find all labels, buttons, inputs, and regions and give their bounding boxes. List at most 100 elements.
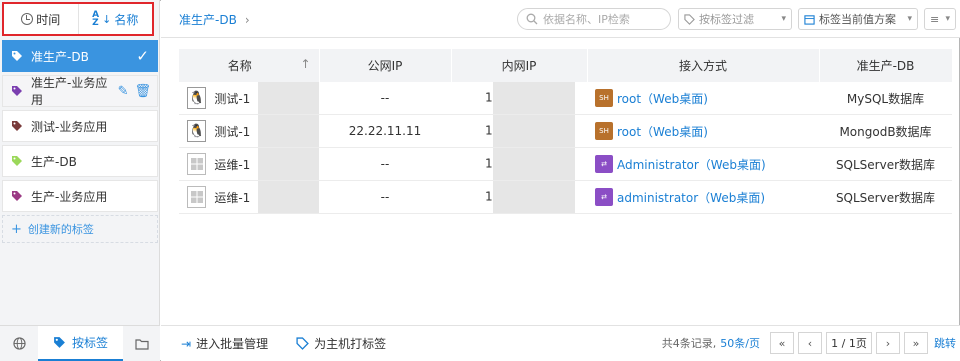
table-row[interactable]: 🐧 测试-1 -- 1 SH root（Web桌面) MySQL数据库 xyxy=(179,82,952,115)
redacted-block xyxy=(492,148,575,180)
tag-outline-icon xyxy=(296,337,309,350)
host-name: 运维-1 xyxy=(214,157,251,172)
redacted-block xyxy=(492,181,575,213)
view-options-dropdown[interactable]: ≡ ▾ xyxy=(924,8,956,30)
by-tag-label: 按标签 xyxy=(71,336,108,350)
chevron-down-icon: ▾ xyxy=(945,14,950,24)
sort-bar: 时间 AZ ↓ 名称 xyxy=(2,2,154,36)
column-header-name[interactable]: 名称 ↑ xyxy=(179,49,320,82)
next-page-button[interactable]: › xyxy=(876,332,900,354)
search-input[interactable] xyxy=(543,12,663,26)
pagination: 共4条记录, 50条/页 « ‹ 1 / 1页 › » 跳转 xyxy=(662,332,956,354)
access-link[interactable]: SH root（Web桌面) xyxy=(587,115,819,147)
redacted-block xyxy=(258,82,319,114)
access-link[interactable]: ⇄ Administrator（Web桌面) xyxy=(587,148,819,180)
sort-up-icon: ↑ xyxy=(300,57,311,71)
sidebar-tag-item[interactable]: 准生产-DB ✓ xyxy=(2,40,158,72)
clock-icon xyxy=(21,13,34,25)
breadcrumb-item[interactable]: 准生产-DB xyxy=(179,13,237,27)
chevron-down-icon: ▾ xyxy=(781,14,786,24)
db-type: SQLServer数据库 xyxy=(819,147,952,181)
chevron-right-icon: › xyxy=(244,13,250,27)
sidebar-tag-item[interactable]: 准生产-业务应用 ✎ 🗑 xyxy=(2,75,158,107)
batch-manage-button[interactable]: ⇥ 进入批量管理 xyxy=(181,335,268,352)
db-type: MongodB数据库 xyxy=(819,114,952,148)
private-ip: 1 xyxy=(485,123,493,138)
sort-by-time-button[interactable]: 时间 xyxy=(4,4,79,34)
redacted-block xyxy=(492,115,575,147)
sidebar-tag-item[interactable]: 生产-DB xyxy=(2,145,158,177)
by-tag-tab[interactable]: 按标签 xyxy=(38,326,123,361)
edit-icon[interactable]: ✎ xyxy=(118,84,129,99)
page-size-select[interactable]: 50条/页 xyxy=(720,335,760,351)
sidebar-tag-item[interactable]: 测试-业务应用 xyxy=(2,110,158,142)
globe-view-button[interactable] xyxy=(0,326,38,361)
tag-icon xyxy=(12,156,22,166)
linux-icon: 🐧 xyxy=(187,87,207,109)
search-box xyxy=(517,8,671,30)
first-page-button[interactable]: « xyxy=(770,332,794,354)
table-row[interactable]: 运维-1 -- 1 ⇄ administrator（Web桌面) SQLServe… xyxy=(179,180,952,214)
host-table: 名称 ↑ 公网IP 内网IP 接入方式 准生产-DB 🐧 测试-1 -- 1 SH r… xyxy=(179,49,953,214)
sidebar-tag-item[interactable]: 生产-业务应用 xyxy=(2,180,158,212)
table-row[interactable]: 🐧 测试-1 22.22.11.11 1 SH root（Web桌面) Mongod… xyxy=(179,114,952,148)
table-row[interactable]: 运维-1 -- 1 ⇄ Administrator（Web桌面) SQLServe… xyxy=(179,147,952,181)
column-header-tag-value: 准生产-DB xyxy=(819,49,953,82)
private-ip: 1 xyxy=(485,90,493,105)
column-header-private-ip: 内网IP xyxy=(451,49,588,82)
linux-icon: 🐧 xyxy=(187,120,207,142)
delete-icon[interactable]: 🗑 xyxy=(134,84,151,99)
redacted-block xyxy=(258,148,319,180)
folder-icon xyxy=(134,338,149,350)
tag-scheme-label: 标签当前值方案 xyxy=(819,13,896,26)
public-ip: -- xyxy=(319,147,451,181)
sidebar: 时间 AZ ↓ 名称 准生产-DB ✓ 准生产-业务应用 ✎ 🗑 测试-业务应用 xyxy=(0,0,160,361)
tag-host-button[interactable]: 为主机打标签 xyxy=(296,335,386,352)
access-link[interactable]: SH root（Web桌面) xyxy=(587,82,819,114)
windows-icon xyxy=(187,153,207,175)
folder-view-button[interactable] xyxy=(123,326,160,361)
sort-by-name-button[interactable]: AZ ↓ 名称 xyxy=(79,4,153,34)
enter-icon: ⇥ xyxy=(181,336,192,351)
redacted-block xyxy=(492,82,575,114)
list-icon: ≡ xyxy=(930,12,940,26)
create-tag-label: 创建新的标签 xyxy=(27,223,94,236)
db-type: MySQL数据库 xyxy=(819,82,952,115)
column-header-access: 接入方式 xyxy=(587,49,820,82)
tag-label: 测试-业务应用 xyxy=(31,119,108,134)
check-icon: ✓ xyxy=(136,47,149,65)
jump-button[interactable]: 跳转 xyxy=(934,335,956,351)
tag-scheme-dropdown[interactable]: 标签当前值方案 ▾ xyxy=(798,8,918,30)
last-page-button[interactable]: » xyxy=(904,332,928,354)
host-name: 测试-1 xyxy=(214,91,251,106)
page-input[interactable]: 1 / 1页 xyxy=(826,332,872,354)
tag-label: 准生产-业务应用 xyxy=(31,76,108,107)
create-tag-button[interactable]: + 创建新的标签 xyxy=(2,215,158,243)
tag-label: 生产-业务应用 xyxy=(31,189,108,204)
column-header-public-ip: 公网IP xyxy=(319,49,452,82)
sort-name-label: 名称 xyxy=(114,12,139,27)
db-type: SQLServer数据库 xyxy=(819,180,952,214)
access-link[interactable]: ⇄ administrator（Web桌面) xyxy=(587,181,819,213)
prev-page-button[interactable]: ‹ xyxy=(798,332,822,354)
redacted-block xyxy=(258,115,319,147)
sort-arrow-icon: ↓ xyxy=(102,12,112,26)
private-ip: 1 xyxy=(485,156,493,171)
bottom-toolbar: ⇥ 进入批量管理 为主机打标签 共4条记录, 50条/页 « ‹ 1 / 1页 … xyxy=(161,325,960,361)
private-ip: 1 xyxy=(485,189,493,204)
tag-filter-label: 按标签过滤 xyxy=(699,13,754,26)
plus-icon: + xyxy=(11,221,22,237)
breadcrumb: 准生产-DB › xyxy=(179,11,250,28)
tag-filter-dropdown[interactable]: 按标签过滤 ▾ xyxy=(678,8,792,30)
ssh-icon: SH xyxy=(595,89,613,107)
tag-icon xyxy=(12,121,22,131)
public-ip: -- xyxy=(319,82,451,115)
total-records: 共4条记录, xyxy=(661,337,717,350)
tag-label: 生产-DB xyxy=(31,154,77,169)
tag-outline-icon xyxy=(684,13,695,25)
sort-time-label: 时间 xyxy=(36,12,61,27)
windows-icon xyxy=(187,186,207,208)
host-name: 运维-1 xyxy=(214,190,251,205)
chevron-down-icon: ▾ xyxy=(907,14,912,24)
tag-icon xyxy=(12,191,22,201)
